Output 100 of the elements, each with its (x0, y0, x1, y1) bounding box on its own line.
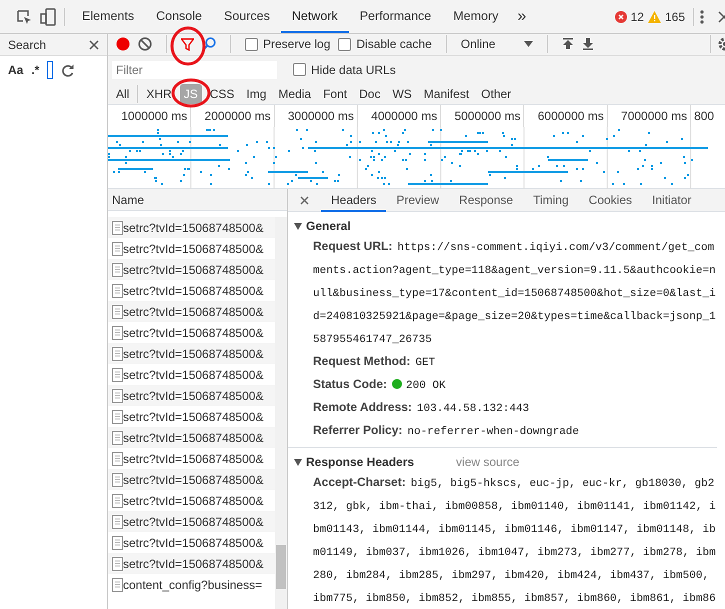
document-icon (112, 556, 123, 571)
checkbox-label: Hide data URLs (311, 62, 396, 79)
inspect-icon[interactable] (16, 8, 32, 24)
type-filter[interactable]: Manifest (420, 84, 474, 104)
document-icon (112, 262, 123, 277)
document-icon (112, 304, 123, 319)
tick-label: 7000000 ms (621, 109, 688, 124)
tick-label: 800 (694, 109, 714, 124)
document-icon (112, 536, 123, 550)
type-filter[interactable]: Other (477, 84, 516, 104)
checkbox-label: Disable cache (356, 36, 432, 54)
close-icon[interactable] (89, 40, 99, 50)
panel-tab[interactable]: Elements (71, 0, 146, 33)
type-filter[interactable]: Media (274, 84, 316, 104)
document-icon (112, 220, 123, 235)
header-field: Request Method: GET (313, 351, 717, 374)
type-filter[interactable]: WS (388, 84, 416, 104)
expand-triangle-icon[interactable] (294, 222, 302, 230)
tick-label: 6000000 ms (538, 109, 604, 124)
throttle-dropdown[interactable]: Online (460, 35, 533, 54)
request-name[interactable]: setrc?tvId=15068748500& (123, 366, 264, 384)
checkbox[interactable] (338, 38, 352, 51)
document-icon (112, 284, 123, 298)
request-name[interactable]: content_config?business= (123, 576, 262, 594)
panel-tab[interactable]: Performance (348, 0, 442, 33)
document-icon (112, 388, 123, 403)
status-dot-icon (392, 379, 402, 390)
request-name[interactable]: setrc?tvId=15068748500& (123, 534, 264, 552)
document-icon (112, 430, 123, 445)
tick-label: 3000000 ms (288, 109, 354, 124)
scrollbar[interactable] (275, 217, 287, 609)
detail-tab[interactable]: Headers (321, 188, 386, 212)
column-header: Name (112, 192, 144, 209)
request-name[interactable]: setrc?tvId=15068748500& (123, 408, 264, 426)
request-name[interactable]: setrc?tvId=15068748500& (123, 450, 264, 468)
close-icon[interactable] (718, 10, 725, 22)
checkbox[interactable] (245, 38, 258, 51)
record-button[interactable] (116, 37, 130, 52)
detail-tab[interactable]: Timing (523, 188, 579, 212)
detail-tab[interactable]: Response (449, 188, 524, 212)
upload-icon[interactable] (562, 38, 574, 50)
panel-tab[interactable]: Memory (442, 0, 510, 33)
type-filter[interactable]: CSS (206, 84, 238, 104)
detail-tab[interactable]: Preview (386, 188, 450, 212)
filter-icon[interactable] (181, 38, 194, 51)
regex-toggle[interactable]: .* (31, 61, 40, 79)
caret-icon (524, 41, 533, 48)
header-field: Accept-Charset: big5, big5-hkscs, euc-jp, euc-kr, gb18030, gb2312, gbk, ibm-thai, ibm00858, ibm01140, ibm01141, ibm01142, ibm01143, ibm01144, ibm01145, ibm01146, ibm01147, ibm01148, ibm01149, ibm037, ibm1026, ibm1047, ibm273, ibm277, ibm278, ibm280, ibm284, ibm285, ibm297, ibm420, ibm424, ibm437, ibm500, ibm775, ibm850, ibm852, ibm855, ibm857, ibm860, ibm861, ibm86 (313, 472, 717, 609)
header-field: Remote Address: 103.44.58.132:443 (313, 397, 717, 420)
search-field[interactable] (47, 61, 54, 79)
type-filter[interactable]: XHR (142, 84, 176, 104)
request-name[interactable]: setrc?tvId=15068748500& (123, 282, 264, 300)
document-icon (112, 326, 123, 340)
header-name: Status Code: (313, 377, 388, 392)
view-source-link[interactable]: view source (456, 453, 520, 472)
tick-label: 2000000 ms (204, 109, 271, 124)
document-icon (112, 578, 123, 592)
request-name[interactable]: setrc?tvId=15068748500& (123, 240, 264, 258)
match-case-toggle[interactable]: Aa (8, 61, 24, 79)
error-icon (614, 10, 627, 22)
refresh-icon[interactable] (61, 64, 74, 76)
error-count: 12 (630, 8, 644, 26)
tick-label: 5000000 ms (454, 109, 520, 124)
checkbox-label: Preserve log (263, 36, 330, 54)
document-icon (112, 452, 123, 466)
section-title[interactable]: General (306, 217, 351, 236)
header-field: Request URL: https://sns-comment.iqiyi.com/v3/comment/get_comments.action?agent_type=118&agent_version=9.11.5&authcookie=null&business_type=17&content_id=15068748500&hot_size=0&last_id=240810325921&page=&page_size=20&types=time&callback=jsonp_1587955461747_26735 (313, 236, 717, 352)
document-icon (112, 410, 123, 424)
close-icon[interactable] (300, 196, 309, 205)
checkbox[interactable] (293, 63, 306, 76)
document-icon (112, 514, 123, 529)
document-icon (112, 494, 123, 508)
warning-count: 165 (664, 8, 685, 26)
detail-tab[interactable]: Cookies (578, 188, 642, 212)
type-filter[interactable]: Font (319, 84, 352, 104)
header-value: 200 OK (406, 380, 446, 392)
section-title[interactable]: Response Headers (306, 453, 414, 472)
request-name[interactable]: setrc?tvId=15068748500& (123, 492, 264, 510)
filter-field[interactable]: Filter (112, 60, 277, 79)
tick-label: 4000000 ms (371, 109, 438, 124)
expand-triangle-icon[interactable] (294, 458, 302, 466)
document-icon (112, 472, 123, 487)
header-field: Referrer Policy: no-referrer-when-downgrade (313, 420, 717, 444)
type-filter[interactable]: All (112, 84, 134, 104)
warning-icon (648, 10, 661, 22)
download-icon[interactable] (582, 38, 594, 50)
document-icon (112, 242, 123, 256)
type-filter[interactable]: Doc (355, 84, 384, 104)
device-icon[interactable] (40, 8, 56, 26)
more-options-icon[interactable] (700, 10, 704, 24)
panel-tab[interactable]: Sources (212, 0, 281, 33)
type-filter[interactable]: Img (242, 84, 270, 104)
detail-tab[interactable]: Initiator (642, 188, 702, 212)
clear-icon[interactable] (138, 37, 152, 52)
document-icon (112, 368, 123, 382)
tick-label: 1000000 ms (121, 109, 188, 124)
more-tabs-button[interactable]: » (509, 4, 534, 28)
panel-tab[interactable]: Console (145, 0, 213, 33)
request-name[interactable]: setrc?tvId=15068748500& (123, 324, 264, 342)
document-icon (112, 346, 123, 361)
